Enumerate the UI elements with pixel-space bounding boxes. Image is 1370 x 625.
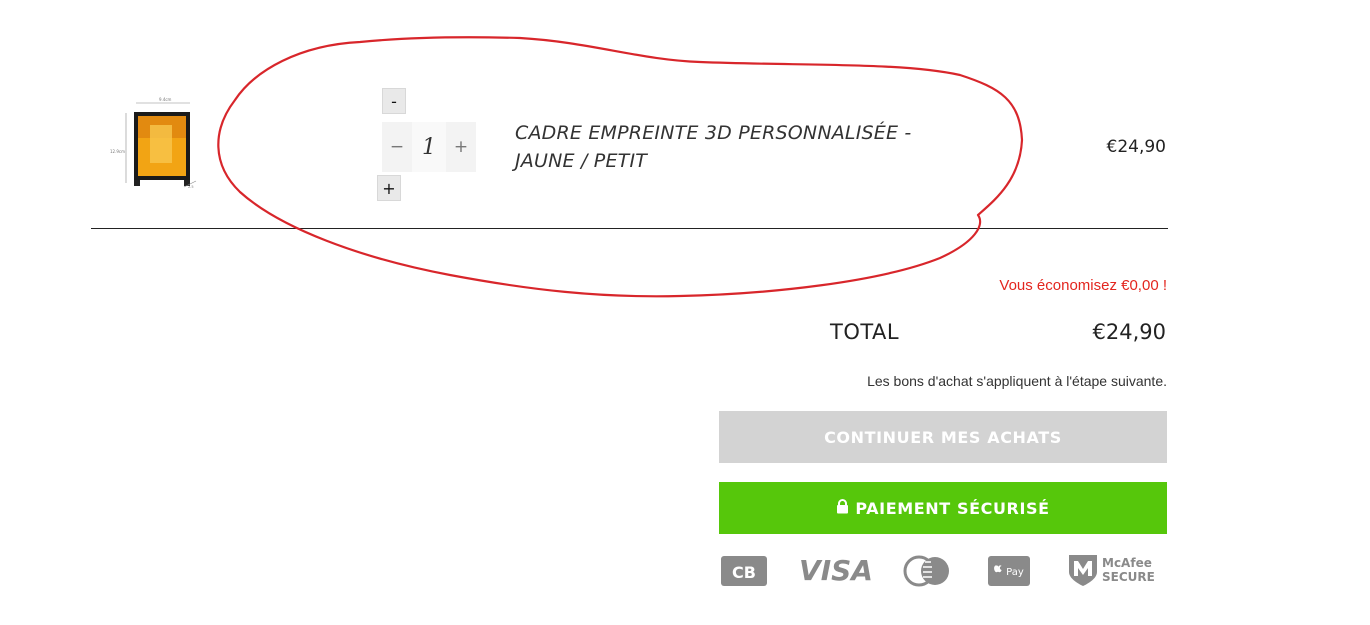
voucher-note: Les bons d'achat s'appliquent à l'étape …: [867, 373, 1167, 389]
apple-pay-icon: Pay: [988, 556, 1030, 591]
cb-label: CB: [732, 563, 756, 582]
continue-shopping-button[interactable]: CONTINUER MES ACHATS: [719, 411, 1167, 463]
mastercard-icon: [901, 554, 955, 593]
savings-notice: Vous économisez €0,00 !: [999, 277, 1167, 294]
line-item-price: €24,90: [1106, 137, 1166, 157]
secure-checkout-label: PAIEMENT SÉCURISÉ: [855, 498, 1050, 518]
cart-divider: [91, 228, 1168, 229]
secure-label: SECURE: [1102, 570, 1155, 584]
lock-icon: [836, 498, 849, 518]
continue-shopping-label: CONTINUER MES ACHATS: [824, 427, 1062, 447]
quantity-decrease-button[interactable]: −: [382, 122, 412, 172]
total-label: TOTAL: [830, 320, 900, 344]
apple-pay-label: Pay: [1006, 567, 1024, 578]
product-title[interactable]: CADRE EMPREINTE 3D PERSONNALISÉE - JAUNE…: [515, 119, 955, 175]
visa-label: VISA: [799, 554, 873, 587]
mcafee-label: McAfee: [1102, 556, 1152, 570]
visa-icon: VISA: [798, 552, 874, 593]
secure-checkout-button[interactable]: PAIEMENT SÉCURISÉ: [719, 482, 1167, 534]
total-value: €24,90: [1092, 320, 1166, 344]
quantity-stepper: − 1 +: [382, 122, 476, 172]
quantity-decrease-small-button[interactable]: -: [382, 88, 406, 114]
mcafee-secure-icon: McAfee SECURE: [1066, 552, 1162, 593]
svg-text:12.9cm: 12.9cm: [110, 149, 125, 154]
svg-text:9.4cm: 9.4cm: [159, 97, 172, 102]
quantity-input[interactable]: 1: [412, 122, 446, 172]
cb-card-icon: CB: [720, 555, 768, 592]
svg-text:2.5: 2.5: [188, 185, 194, 189]
quantity-increase-small-button[interactable]: +: [377, 175, 401, 201]
product-thumbnail[interactable]: 9.4cm 12.9cm 2.5: [110, 95, 210, 190]
quantity-increase-button[interactable]: +: [446, 122, 476, 172]
payment-icons: CB VISA Pay McAfee SECURE: [720, 550, 1166, 590]
